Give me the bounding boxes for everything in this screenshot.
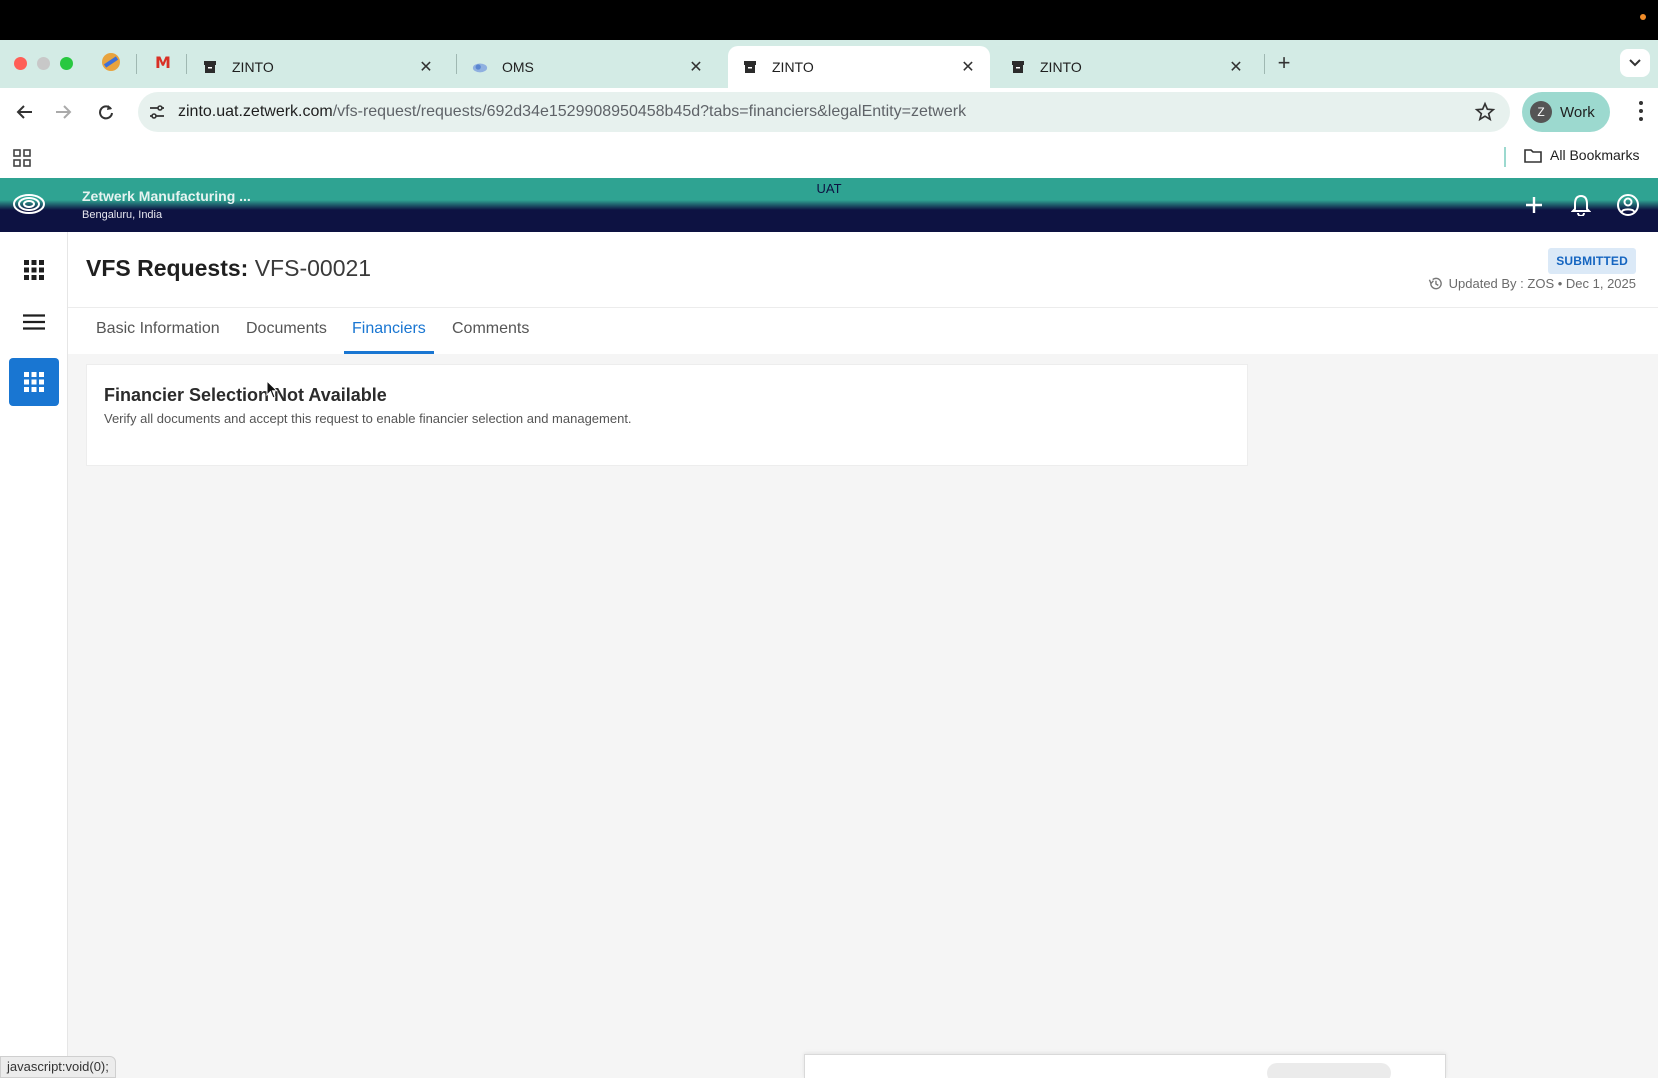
reload-icon[interactable] xyxy=(94,100,118,124)
window-close-button[interactable] xyxy=(14,57,27,70)
app-sidebar xyxy=(0,232,68,1078)
browser-tab-zinto-active[interactable]: ZINTO ✕ xyxy=(728,46,990,88)
tab-comments[interactable]: Comments xyxy=(444,320,537,354)
tab-close-icon[interactable]: ✕ xyxy=(688,57,704,77)
browser-tab-strip: M ZINTO ✕ OMS ✕ ZINTO ✕ ZINTO ✕ + xyxy=(0,40,1658,88)
grid-icon xyxy=(24,372,44,392)
os-menu-bar xyxy=(0,0,1658,40)
app-header: UAT Zetwerk Manufacturing ... Bengaluru,… xyxy=(0,178,1658,232)
tab-title: ZINTO xyxy=(1040,59,1082,75)
all-bookmarks-button[interactable]: All Bookmarks xyxy=(1524,147,1639,163)
company-name[interactable]: Zetwerk Manufacturing ... xyxy=(82,188,251,204)
grid-icon xyxy=(24,260,44,280)
recording-indicator xyxy=(1640,14,1646,20)
hamburger-menu-icon xyxy=(23,314,45,330)
mouse-cursor-icon xyxy=(266,379,279,400)
popup-action-button[interactable] xyxy=(1267,1063,1391,1078)
sidebar-app-launcher[interactable] xyxy=(9,246,59,294)
financier-unavailable-card: Financier Selection Not Available Verify… xyxy=(86,364,1248,466)
status-bar-link-preview: javascript:void(0); xyxy=(0,1056,116,1078)
profile-label: Work xyxy=(1560,103,1595,121)
address-bar[interactable]: zinto.uat.zetwerk.com/vfs-request/reques… xyxy=(138,92,1510,132)
archive-box-icon xyxy=(742,59,758,75)
apps-grid-icon[interactable] xyxy=(13,149,31,167)
tab-separator xyxy=(186,54,187,74)
pinned-tab-gmail-icon[interactable]: M xyxy=(152,52,174,74)
tab-close-icon[interactable]: ✕ xyxy=(960,57,976,77)
new-tab-plus-icon[interactable]: + xyxy=(1272,52,1296,74)
page-tabs: Basic Information Documents Financiers C… xyxy=(68,308,1658,354)
browser-tab-zinto-1[interactable]: ZINTO ✕ xyxy=(188,46,448,88)
browser-tab-oms[interactable]: OMS ✕ xyxy=(458,46,718,88)
browser-toolbar: zinto.uat.zetwerk.com/vfs-request/reques… xyxy=(0,88,1658,136)
archive-box-icon xyxy=(1010,59,1026,75)
sidebar-item-apps-active[interactable] xyxy=(9,358,59,406)
bottom-notification-popup[interactable] xyxy=(804,1054,1446,1078)
cloud-icon xyxy=(472,59,488,75)
page-title: VFS Requests: VFS-00021 xyxy=(86,255,371,282)
updated-by-info: Updated By : ZOS • Dec 1, 2025 xyxy=(1428,276,1636,291)
url-host: zinto.uat.zetwerk.com xyxy=(178,103,333,120)
forward-arrow-icon[interactable] xyxy=(52,100,76,124)
browser-tab-zinto-3[interactable]: ZINTO ✕ xyxy=(996,46,1258,88)
profile-button[interactable]: Z Work xyxy=(1522,92,1610,132)
browser-menu-kebab-icon[interactable] xyxy=(1638,100,1644,124)
all-bookmarks-label: All Bookmarks xyxy=(1550,147,1640,163)
tab-close-icon[interactable]: ✕ xyxy=(418,57,434,77)
page-title-id: VFS-00021 xyxy=(254,255,372,281)
tab-search-chevron-icon[interactable] xyxy=(1620,49,1650,77)
user-account-icon[interactable] xyxy=(1616,193,1640,217)
url-text: zinto.uat.zetwerk.com/vfs-request/reques… xyxy=(178,103,966,121)
bookmark-star-icon[interactable] xyxy=(1474,101,1496,123)
page-title-label: VFS Requests: xyxy=(86,255,249,281)
tab-close-icon[interactable]: ✕ xyxy=(1228,57,1244,77)
tab-separator xyxy=(136,54,137,74)
site-settings-icon[interactable] xyxy=(148,103,166,121)
company-location: Bengaluru, India xyxy=(82,209,163,221)
avatar: Z xyxy=(1530,101,1552,123)
history-clock-icon xyxy=(1428,277,1442,290)
tab-title: OMS xyxy=(502,59,534,75)
window-minimize-button[interactable] xyxy=(37,57,50,70)
bookmarks-separator xyxy=(1504,147,1506,167)
zetwerk-logo-icon[interactable] xyxy=(12,192,46,216)
tab-basic-information[interactable]: Basic Information xyxy=(88,320,228,354)
tab-documents[interactable]: Documents xyxy=(238,320,335,354)
window-zoom-button[interactable] xyxy=(60,57,73,70)
url-path: /vfs-request/requests/692d34e15299089504… xyxy=(332,103,967,120)
tab-financiers[interactable]: Financiers xyxy=(344,320,434,354)
archive-box-icon xyxy=(202,59,218,75)
pinned-tab-browser-icon[interactable] xyxy=(100,52,122,74)
page-header: VFS Requests: VFS-00021 SUBMITTED Update… xyxy=(68,232,1658,308)
card-title: Financier Selection Not Available xyxy=(104,385,387,405)
status-badge: SUBMITTED xyxy=(1548,248,1636,274)
sidebar-menu-toggle[interactable] xyxy=(9,298,59,346)
updated-by-text: Updated By : ZOS • Dec 1, 2025 xyxy=(1448,276,1636,291)
card-description: Verify all documents and accept this req… xyxy=(104,411,632,426)
tab-separator xyxy=(456,54,457,74)
bookmarks-bar: All Bookmarks xyxy=(0,136,1658,178)
back-arrow-icon[interactable] xyxy=(12,100,36,124)
notification-bell-icon[interactable] xyxy=(1569,193,1593,217)
folder-icon xyxy=(1524,148,1542,163)
tab-title: ZINTO xyxy=(772,59,814,75)
tab-separator xyxy=(1264,54,1265,74)
add-plus-icon[interactable] xyxy=(1522,193,1546,217)
tab-title: ZINTO xyxy=(232,59,274,75)
